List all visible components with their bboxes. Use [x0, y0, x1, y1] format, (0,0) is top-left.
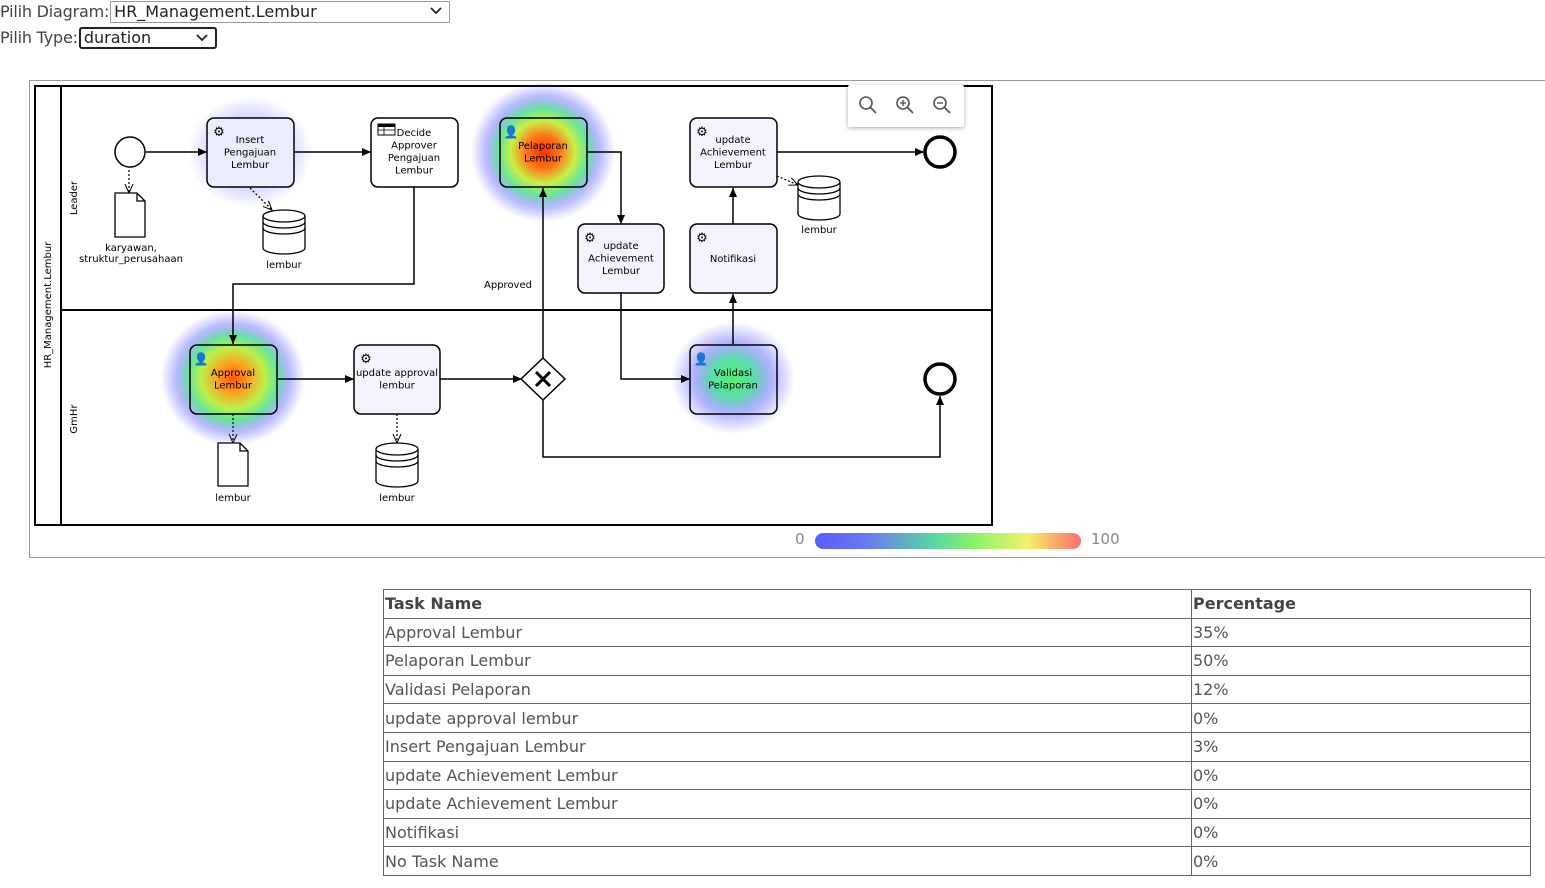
table-row: Pelaporan Lembur 50% [383, 646, 1531, 676]
data-store-label-2: lembur [379, 493, 415, 504]
header-percentage: Percentage [1191, 589, 1531, 619]
zoom-out-icon[interactable] [931, 94, 953, 116]
percentage-cell: 3% [1191, 731, 1531, 762]
table-row: No Task Name 0% [383, 846, 1531, 876]
task-notifikasi[interactable]: ⚙ Notifikasi [689, 223, 778, 294]
percentage-cell: 0% [1191, 789, 1531, 819]
task-name-cell: update Achievement Lembur [383, 760, 1192, 791]
task-percentage-table: Task Name Percentage Approval Lembur 35% P… [383, 589, 1531, 876]
data-object-label-lembur: lembur [215, 493, 251, 504]
table-row: Validasi Pelaporan 12% [383, 674, 1531, 705]
percentage-cell: 12% [1191, 674, 1531, 705]
task-decide-approver[interactable]: Decide Approver Pengajuan Lembur [370, 117, 459, 188]
gear-icon: ⚙ [213, 125, 225, 140]
zoom-reset-icon[interactable] [857, 94, 879, 116]
user-icon: 👤 [694, 352, 709, 366]
gear-icon: ⚙ [696, 125, 708, 140]
percentage-cell: 0% [1191, 817, 1531, 848]
task-name-cell: Approval Lembur [383, 617, 1192, 648]
task-update-approval[interactable]: ⚙ update approval lembur [353, 344, 441, 415]
data-store-label-1: lembur [266, 260, 302, 271]
table-row: Notifikasi 0% [383, 817, 1531, 848]
task-update-achievement-top[interactable]: ⚙ update Achievement Lembur [689, 117, 778, 188]
task-label-validasi: Validasi Pelaporan [708, 368, 758, 392]
start-event[interactable] [114, 136, 146, 168]
task-label-pelaporan: Pelaporan Lembur [518, 141, 568, 165]
legend-min: 0 [795, 530, 805, 548]
task-label-notifikasi: Notifikasi [710, 254, 756, 265]
percentage-cell: 0% [1191, 760, 1531, 791]
business-rule-icon [377, 123, 396, 136]
table-row: update approval lembur 0% [383, 703, 1531, 733]
gear-icon: ⚙ [584, 231, 596, 246]
table-row: update Achievement Lembur 0% [383, 760, 1531, 791]
gear-icon: ⚙ [696, 231, 708, 246]
user-icon: 👤 [504, 125, 519, 139]
data-store-1[interactable]: lembur [262, 209, 306, 271]
data-store-label-3: lembur [801, 225, 837, 236]
bpmn-diagram: HR_Management.Lembur Leader GmHr Approve… [34, 82, 993, 526]
lane-label-gmhr: GmHr [69, 404, 80, 434]
task-name-cell: Validasi Pelaporan [383, 674, 1192, 705]
legend-gradient-bar [815, 533, 1081, 549]
data-object-karyawan[interactable]: karyawan, struktur_perusahaan [79, 192, 183, 265]
lane-label-leader: Leader [69, 180, 80, 215]
task-insert-pengajuan[interactable]: ⚙ Insert Pengajuan Lembur [206, 117, 295, 188]
end-event-gmhr[interactable] [923, 362, 957, 396]
user-icon: 👤 [194, 352, 209, 366]
data-store-2[interactable]: lembur [375, 442, 419, 504]
task-label-approval: Approval Lembur [211, 368, 255, 392]
task-name-cell: Pelaporan Lembur [383, 646, 1192, 676]
task-name-cell: Notifikasi [383, 817, 1192, 848]
task-name-cell: update approval lembur [383, 703, 1192, 733]
task-name-cell: No Task Name [383, 846, 1192, 876]
data-store-3[interactable]: lembur [797, 175, 841, 236]
data-object-label-karyawan: karyawan, struktur_perusahaan [79, 243, 183, 265]
table-row: Approval Lembur 35% [383, 617, 1531, 648]
percentage-cell: 0% [1191, 846, 1531, 876]
pool-label: HR_Management.Lembur [43, 241, 54, 368]
exclusive-gateway[interactable] [519, 356, 567, 402]
percentage-cell: 0% [1191, 703, 1531, 733]
task-update-achievement-mid[interactable]: ⚙ update Achievement Lembur [577, 223, 665, 294]
percentage-cell: 50% [1191, 646, 1531, 676]
header-task-name: Task Name [383, 589, 1192, 619]
legend-max: 100 [1091, 530, 1120, 548]
end-event-leader[interactable] [923, 135, 957, 169]
task-name-cell: update Achievement Lembur [383, 789, 1192, 819]
zoom-controls [848, 85, 964, 127]
data-object-lembur[interactable]: lembur [215, 442, 252, 504]
gear-icon: ⚙ [360, 352, 372, 367]
flow-label-approved: Approved [484, 280, 532, 291]
table-header-row: Task Name Percentage [383, 589, 1531, 619]
table-row: update Achievement Lembur 0% [383, 789, 1531, 819]
percentage-cell: 35% [1191, 617, 1531, 648]
table-row: Insert Pengajuan Lembur 3% [383, 731, 1531, 762]
task-name-cell: Insert Pengajuan Lembur [383, 731, 1192, 762]
zoom-in-icon[interactable] [894, 94, 916, 116]
